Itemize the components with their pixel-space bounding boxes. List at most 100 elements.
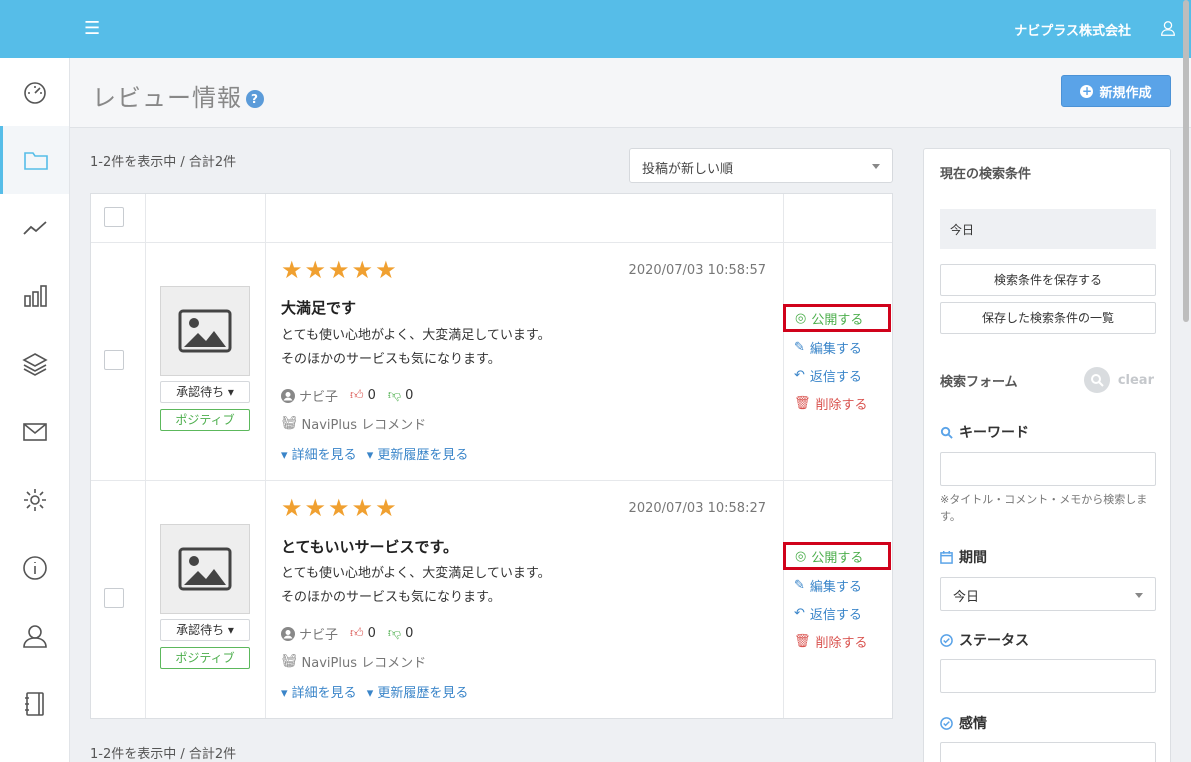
saved-conditions-list-button[interactable]: 保存した検索条件の一覧 xyxy=(940,302,1156,334)
hamburger-icon[interactable]: ☰ xyxy=(84,20,100,38)
mail-icon xyxy=(22,423,47,441)
check-circle-icon xyxy=(940,633,953,647)
edit-button[interactable]: ✎ 編集する xyxy=(783,333,891,361)
current-condition-value: 今日 xyxy=(940,209,1156,249)
notebook-icon xyxy=(24,692,44,716)
star-icon: ★ xyxy=(304,494,327,522)
keyword-note: ※タイトル・コメント・メモから検索します。 xyxy=(940,493,1148,523)
reply-button[interactable]: ↶ 返信する xyxy=(783,361,891,389)
chevron-down-icon xyxy=(1135,593,1143,598)
current-conditions-title: 現在の検索条件 xyxy=(940,167,1032,182)
company-name[interactable]: ナビプラス株式会社 xyxy=(1014,20,1131,39)
detail-link[interactable]: ▾ 詳細を見る xyxy=(281,444,357,463)
star-icon: ★ xyxy=(375,494,397,522)
user-icon[interactable] xyxy=(1159,19,1177,37)
review-body: とても使い心地がよく、大変満足しています。 そのほかのサービスも気になります。 xyxy=(281,566,551,605)
author-name: ナビ子 xyxy=(299,390,339,405)
dislike-count: 0 xyxy=(405,388,414,403)
check-circle-icon: ◎ xyxy=(795,310,807,326)
sidebar-item-mail[interactable] xyxy=(0,398,69,466)
sidebar-item-reports[interactable] xyxy=(0,262,69,330)
edit-button[interactable]: ✎ 編集する xyxy=(783,571,891,599)
status-dropdown[interactable]: 承認待ち ▾ xyxy=(160,381,250,403)
review-links: ▾ 詳細を見る ▾ 更新履歴を見る xyxy=(281,444,468,463)
publish-button[interactable]: ◎ 公開する xyxy=(783,304,891,332)
review-title: 大満足です xyxy=(281,299,357,317)
status-label: ステータス xyxy=(940,630,1029,650)
new-button[interactable]: + 新規作成 xyxy=(1061,75,1171,107)
publish-button[interactable]: ◎ 公開する xyxy=(783,542,891,570)
review-links: ▾ 詳細を見る ▾ 更新履歴を見る xyxy=(281,682,468,701)
star-icon: ★ xyxy=(328,494,350,522)
image-placeholder xyxy=(160,286,250,376)
clear-button[interactable]: clear xyxy=(1083,367,1154,393)
rating-stars: ★ ★ ★ ★ ★ xyxy=(281,258,397,282)
history-link[interactable]: ▾ 更新履歴を見る xyxy=(367,682,469,701)
image-placeholder xyxy=(160,524,250,614)
result-count-bottom: 1-2件を表示中 / 合計2件 xyxy=(90,747,237,762)
delete-button[interactable]: 🗑︎ 削除する xyxy=(783,627,891,655)
reply-icon: ↶ xyxy=(794,605,805,621)
sidebar xyxy=(0,58,70,762)
row-checkbox[interactable] xyxy=(104,350,124,370)
user-icon xyxy=(22,625,47,648)
trash-icon: 🗑︎ xyxy=(794,395,811,411)
status-input[interactable] xyxy=(940,659,1156,693)
basket-icon: 🧺︎ xyxy=(281,416,298,431)
result-count: 1-2件を表示中 / 合計2件 xyxy=(90,155,237,170)
review-meta: ナビ子 👍︎ 0 👎︎ 0 xyxy=(281,386,421,405)
sidebar-item-analytics[interactable] xyxy=(0,194,69,262)
pencil-icon: ✎ xyxy=(794,339,805,355)
sentiment-badge: ポジティブ xyxy=(160,647,250,669)
reply-button[interactable]: ↶ 返信する xyxy=(783,599,891,627)
product-name: NaviPlus レコメンド xyxy=(301,418,427,433)
rating-stars: ★ ★ ★ ★ ★ xyxy=(281,496,397,520)
history-link[interactable]: ▾ 更新履歴を見る xyxy=(367,444,469,463)
sidebar-item-users[interactable] xyxy=(0,602,69,670)
sidebar-item-info[interactable] xyxy=(0,534,69,602)
line-chart-icon xyxy=(22,221,47,235)
review-body: とても使い心地がよく、大変満足しています。 そのほかのサービスも気になります。 xyxy=(281,328,551,367)
review-table: 承認待ち ▾ ポジティブ ★ ★ ★ ★ ★ 2020/07/03 10:58:57 大… xyxy=(90,193,893,719)
review-meta: ナビ子 👍︎ 0 👎︎ 0 xyxy=(281,624,421,643)
sidebar-item-layers[interactable] xyxy=(0,330,69,398)
star-icon: ★ xyxy=(351,494,374,522)
bar-chart-icon xyxy=(23,285,47,307)
pencil-icon: ✎ xyxy=(794,577,805,593)
plus-circle-icon: + xyxy=(1080,83,1094,98)
star-icon: ★ xyxy=(281,256,303,284)
page-title: レビュー情報? xyxy=(92,78,264,113)
thumbs-down-icon[interactable]: 👎︎ xyxy=(388,626,401,641)
image-icon xyxy=(178,547,232,591)
sidebar-item-settings[interactable] xyxy=(0,466,69,534)
star-icon: ★ xyxy=(281,494,303,522)
emotion-input[interactable] xyxy=(940,742,1156,762)
review-title: とてもいいサービスです。 xyxy=(281,538,459,556)
delete-button[interactable]: 🗑︎ 削除する xyxy=(783,389,891,417)
period-select[interactable]: 今日 xyxy=(940,577,1156,611)
row-checkbox[interactable] xyxy=(104,588,124,608)
status-dropdown[interactable]: 承認待ち ▾ xyxy=(160,619,250,641)
star-icon: ★ xyxy=(375,256,397,284)
star-icon: ★ xyxy=(351,256,374,284)
settings-icon xyxy=(23,489,46,511)
product-name: NaviPlus レコメンド xyxy=(301,656,427,671)
select-all-checkbox[interactable] xyxy=(104,207,124,227)
sidebar-item-folder[interactable] xyxy=(0,126,69,194)
keyword-input[interactable] xyxy=(940,452,1156,486)
basket-icon: 🧺︎ xyxy=(281,654,298,669)
sidebar-item-dashboard[interactable] xyxy=(0,58,69,126)
help-icon[interactable]: ? xyxy=(246,90,264,108)
sidebar-item-notebook[interactable] xyxy=(0,670,69,738)
sort-select[interactable]: 投稿が新しい順 xyxy=(629,148,893,183)
dislike-count: 0 xyxy=(405,626,414,641)
detail-link[interactable]: ▾ 詳細を見る xyxy=(281,682,357,701)
search-form-title: 検索フォーム xyxy=(940,375,1018,390)
scrollbar[interactable] xyxy=(1183,0,1189,322)
thumbs-up-icon[interactable]: 👍︎ xyxy=(350,388,364,403)
thumbs-down-icon[interactable]: 👎︎ xyxy=(388,388,401,403)
keyword-label: キーワード xyxy=(940,422,1029,442)
thumbs-up-icon[interactable]: 👍︎ xyxy=(350,626,364,641)
layers-icon xyxy=(21,353,48,376)
save-conditions-button[interactable]: 検索条件を保存する xyxy=(940,264,1156,296)
